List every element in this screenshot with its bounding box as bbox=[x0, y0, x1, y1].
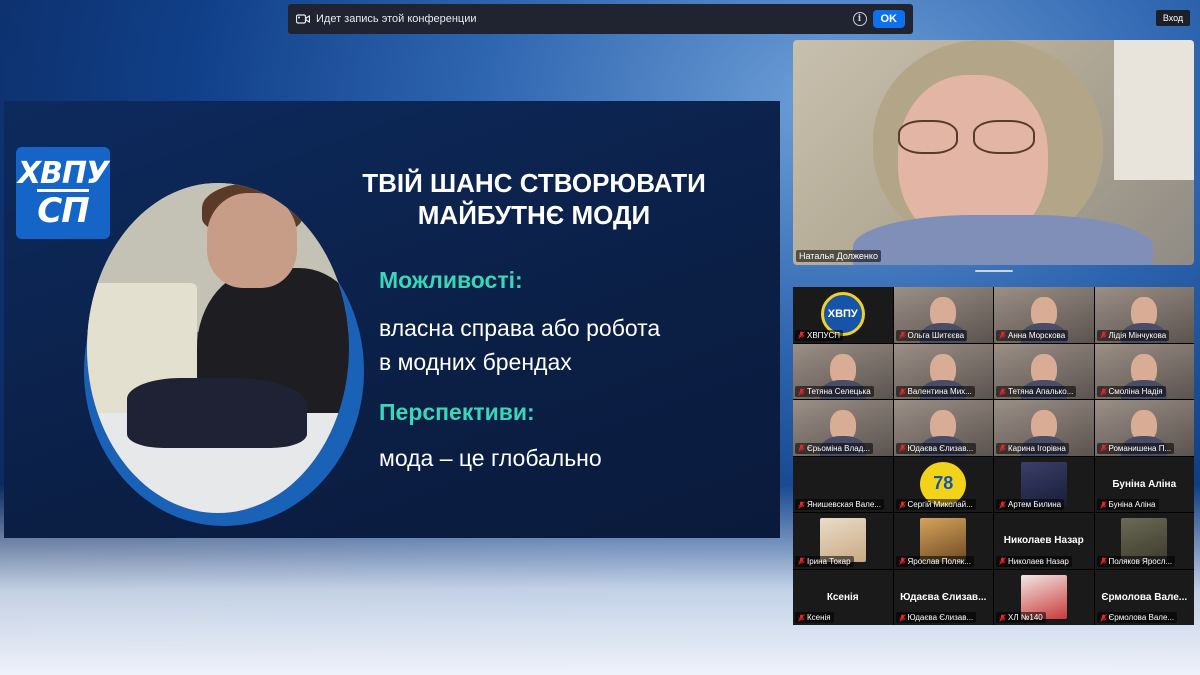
participant-name: Артем Билина bbox=[996, 499, 1065, 510]
muted-mic-icon bbox=[1099, 613, 1107, 622]
participant-tile[interactable]: Єрьоміна Влад... bbox=[793, 400, 893, 456]
participant-name: Ольга Шитєєва bbox=[895, 329, 968, 341]
muted-mic-icon bbox=[798, 500, 805, 509]
participant-name: Сергій Миколай... bbox=[895, 499, 976, 510]
slide-heading-opportunities: Можливості: bbox=[379, 267, 523, 293]
participant-tile[interactable]: Смоліна Надія bbox=[1094, 343, 1194, 399]
participant-tile[interactable]: Романишена П... bbox=[1094, 400, 1194, 456]
participant-tile[interactable]: Карина Ігорівна bbox=[994, 400, 1094, 456]
participant-tile[interactable]: Юдаєва Єлизав... Юдаєва Єлизав... bbox=[893, 569, 993, 625]
participant-tile[interactable]: ХВПУ ХВПУСП bbox=[793, 287, 893, 343]
slide-logo: ХВПУ СП bbox=[16, 147, 110, 239]
participant-name: Карина Ігорівна bbox=[996, 442, 1069, 454]
participant-display-name: Николаев Назар bbox=[1003, 535, 1084, 546]
muted-mic-icon bbox=[898, 500, 906, 509]
slide-text-prospects: мода – це глобально bbox=[379, 445, 602, 471]
recording-banner: Идет запись этой конференции i OK bbox=[288, 4, 913, 34]
muted-mic-icon bbox=[1099, 500, 1107, 509]
participant-name: ХЛ №140 bbox=[996, 612, 1046, 623]
participant-display-name: Юдаєва Єлизав... bbox=[900, 591, 987, 603]
participant-name: Юдаєва Єлизав... bbox=[895, 612, 977, 623]
muted-mic-icon bbox=[898, 444, 906, 452]
participant-tile[interactable]: Тетяна Апалько... bbox=[994, 343, 1094, 399]
muted-mic-icon bbox=[999, 500, 1006, 509]
participant-name: Ксенія bbox=[795, 612, 834, 623]
slide-title: Твій шанс створювати майбутнє моди bbox=[362, 168, 706, 230]
participant-name: Єрмолова Вале... bbox=[1096, 612, 1178, 623]
participant-display-name: Буніна Аліна bbox=[1112, 478, 1177, 490]
participant-name: Єрьоміна Влад... bbox=[795, 442, 873, 454]
resize-handle[interactable] bbox=[975, 270, 1013, 272]
shared-screen-slide: ХВПУ СП Твій шанс створювати майбутнє мо… bbox=[4, 101, 780, 538]
participant-gallery: ХВПУ ХВПУСП Ольга Шитєєва Анна Морскова Ліді… bbox=[793, 287, 1194, 625]
muted-mic-icon bbox=[798, 557, 805, 565]
participant-name: Ярослав Поляк... bbox=[895, 555, 974, 567]
muted-mic-icon bbox=[999, 387, 1006, 396]
participant-name: Романишена П... bbox=[1096, 442, 1175, 454]
participant-tile[interactable]: Лідія Мінчукова bbox=[1094, 287, 1194, 343]
muted-mic-icon bbox=[1099, 331, 1107, 339]
participant-tile[interactable]: Янишевская Вале... bbox=[793, 456, 893, 512]
participant-tile[interactable]: Николаев Назар Николаев Назар bbox=[994, 513, 1094, 569]
participant-name: Тетяна Апалько... bbox=[996, 386, 1077, 397]
muted-mic-icon bbox=[999, 331, 1006, 339]
slide-photo bbox=[87, 183, 349, 513]
participant-name: Николаев Назар bbox=[996, 555, 1072, 567]
recording-icon bbox=[296, 14, 310, 24]
muted-mic-icon bbox=[1099, 387, 1107, 396]
participant-name: Анна Морскова bbox=[996, 329, 1069, 341]
muted-mic-icon bbox=[999, 444, 1006, 452]
participant-name: Ірина Токар bbox=[795, 555, 854, 567]
muted-mic-icon bbox=[1099, 444, 1107, 452]
muted-mic-icon bbox=[798, 387, 805, 396]
info-icon[interactable]: i bbox=[852, 12, 867, 26]
participant-tile[interactable]: Анна Морскова bbox=[994, 287, 1094, 343]
participant-name: ХВПУСП bbox=[795, 329, 844, 341]
ok-button[interactable]: OK bbox=[872, 10, 905, 28]
participant-name: Буніна Аліна bbox=[1096, 499, 1159, 510]
participant-tile[interactable]: Буніна Аліна Буніна Аліна bbox=[1094, 456, 1194, 512]
participant-tile[interactable]: Єрмолова Вале... Єрмолова Вале... bbox=[1094, 569, 1194, 625]
participant-name: Поляков Яросл... bbox=[1096, 555, 1176, 567]
participant-display-name: Ксенія bbox=[826, 591, 859, 603]
participant-tile[interactable]: 78 Сергій Миколай... bbox=[893, 456, 993, 512]
muted-mic-icon bbox=[798, 613, 805, 622]
login-button[interactable]: Вход bbox=[1156, 10, 1190, 26]
participant-name: Янишевская Вале... bbox=[795, 499, 884, 510]
participant-name: Валентина Мих... bbox=[895, 386, 975, 397]
muted-mic-icon bbox=[798, 444, 805, 452]
participant-tile[interactable]: Юдаєва Єлизав... bbox=[893, 400, 993, 456]
participant-tile[interactable]: Ольга Шитєєва bbox=[893, 287, 993, 343]
participant-tile[interactable]: Ксенія Ксенія bbox=[793, 569, 893, 625]
muted-mic-icon bbox=[898, 613, 906, 622]
muted-mic-icon bbox=[999, 613, 1006, 622]
muted-mic-icon bbox=[999, 557, 1006, 565]
muted-mic-icon bbox=[1099, 557, 1107, 565]
slide-heading-prospects: Перспективи: bbox=[379, 399, 535, 425]
participant-tile[interactable]: Ірина Токар bbox=[793, 513, 893, 569]
slide-text-opportunities: власна справа або робота в модних бренда… bbox=[379, 315, 661, 375]
participant-name: Тетяна Селецька bbox=[795, 386, 874, 397]
speaker-name: Наталья Долженко bbox=[796, 250, 881, 262]
muted-mic-icon bbox=[898, 387, 906, 396]
participant-name: Лідія Мінчукова bbox=[1096, 329, 1170, 341]
participant-tile[interactable]: Артем Билина bbox=[994, 456, 1094, 512]
muted-mic-icon bbox=[898, 331, 906, 339]
participant-tile[interactable]: Поляков Яросл... bbox=[1094, 513, 1194, 569]
active-speaker-video[interactable]: Наталья Долженко bbox=[793, 40, 1194, 265]
participant-name: Юдаєва Єлизав... bbox=[895, 442, 977, 454]
participant-name: Смоліна Надія bbox=[1096, 386, 1166, 397]
participant-tile[interactable]: Ярослав Поляк... bbox=[893, 513, 993, 569]
recording-text: Идет запись этой конференции bbox=[316, 13, 477, 25]
participant-tile[interactable]: Тетяна Селецька bbox=[793, 343, 893, 399]
participant-display-name: Єрмолова Вале... bbox=[1101, 591, 1188, 603]
participant-tile[interactable]: ХЛ №140 bbox=[994, 569, 1094, 625]
muted-mic-icon bbox=[898, 557, 906, 565]
muted-mic-icon bbox=[798, 331, 805, 339]
participant-tile[interactable]: Валентина Мих... bbox=[893, 343, 993, 399]
